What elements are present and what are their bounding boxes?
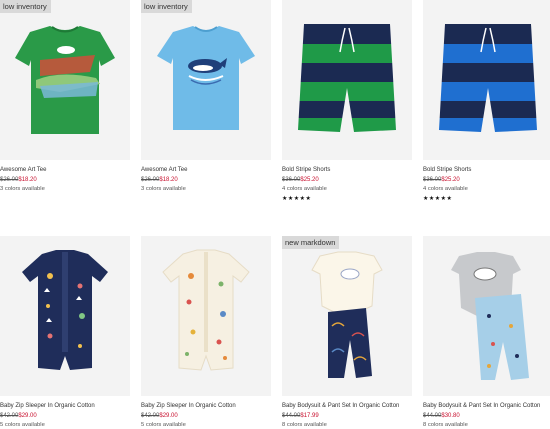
product-card[interactable]: Baby Bodysuit & Pant Set In Organic Cott… <box>423 236 550 429</box>
original-price: $26.00 <box>141 177 160 183</box>
colors-available: 3 colors available <box>0 186 45 192</box>
badge-low-inventory: low inventory <box>0 0 51 13</box>
grey-blue-bodysuit-set-image <box>451 252 529 380</box>
original-price: $44.00 <box>282 413 301 419</box>
product-title[interactable]: Baby Zip Sleeper In Organic Cotton <box>0 402 130 410</box>
colors-available: 8 colors available <box>282 422 327 428</box>
product-card[interactable]: low inventory Awesome Art Tee $26.00$18.… <box>141 0 271 236</box>
cream-navy-bodysuit-set-image <box>311 251 383 378</box>
badge-new-markdown: new markdown <box>282 236 340 249</box>
product-title[interactable]: Bold Stripe Shorts <box>282 166 412 174</box>
navy-space-sleeper-image <box>22 250 108 370</box>
sale-price: $25.20 <box>300 177 319 183</box>
sale-price: $29.00 <box>159 413 178 419</box>
badge-low-inventory: low inventory <box>141 0 192 13</box>
original-price: $26.00 <box>0 177 19 183</box>
product-image[interactable] <box>0 236 130 396</box>
product-price: $36.00$25.20 <box>282 176 412 184</box>
product-title[interactable]: Baby Zip Sleeper In Organic Cotton <box>141 402 271 410</box>
original-price: $36.00 <box>423 177 442 183</box>
product-card[interactable]: Bold Stripe Shorts $36.00$25.20 4 colors… <box>423 0 550 236</box>
product-card[interactable]: Bold Stripe Shorts $36.00$25.20 4 colors… <box>282 0 412 236</box>
product-price: $26.00$18.20 <box>141 176 271 184</box>
product-price: $44.00$17.99 <box>282 412 412 420</box>
sale-price: $18.20 <box>159 177 178 183</box>
product-card[interactable]: new markdown Baby Bodysuit & Pant Set In… <box>282 236 412 429</box>
product-price: $42.00$29.00 <box>0 412 130 420</box>
original-price: $36.00 <box>282 177 301 183</box>
product-card[interactable]: low inventory Awesome Art Tee $26.00$18.… <box>0 0 130 236</box>
product-image[interactable] <box>423 0 550 160</box>
green-navy-stripe-shorts-image <box>298 24 396 132</box>
cream-print-sleeper-image <box>162 249 250 371</box>
product-price: $36.00$25.20 <box>423 176 550 184</box>
colors-available: 4 colors available <box>423 186 468 192</box>
sale-price: $18.20 <box>18 177 37 183</box>
product-image[interactable]: low inventory <box>0 0 130 160</box>
sale-price: $17.99 <box>300 413 319 419</box>
product-image[interactable]: low inventory <box>141 0 271 160</box>
product-price: $26.00$18.20 <box>0 176 130 184</box>
original-price: $44.00 <box>423 413 442 419</box>
colors-available: 5 colors available <box>141 422 186 428</box>
original-price: $42.00 <box>141 413 160 419</box>
product-card[interactable]: Baby Zip Sleeper In Organic Cotton $42.0… <box>0 236 130 429</box>
product-grid: low inventory Awesome Art Tee $26.00$18.… <box>0 0 550 429</box>
product-image[interactable] <box>141 236 271 396</box>
colors-available: 4 colors available <box>282 186 327 192</box>
blue-navy-stripe-shorts-image <box>439 24 537 132</box>
product-card[interactable]: Baby Zip Sleeper In Organic Cotton $42.0… <box>141 236 271 429</box>
colors-available: 5 colors available <box>0 422 45 428</box>
product-title[interactable]: Awesome Art Tee <box>0 166 130 174</box>
colors-available: 3 colors available <box>141 186 186 192</box>
rating-stars[interactable]: ★★★★★ <box>423 195 550 203</box>
sale-price: $25.20 <box>441 177 460 183</box>
product-title[interactable]: Baby Bodysuit & Pant Set In Organic Cott… <box>423 402 550 410</box>
product-title[interactable]: Bold Stripe Shorts <box>423 166 550 174</box>
product-image[interactable] <box>423 236 550 396</box>
product-image[interactable] <box>282 0 412 160</box>
original-price: $42.00 <box>0 413 19 419</box>
product-price: $44.00$30.80 <box>423 412 550 420</box>
product-image[interactable]: new markdown <box>282 236 412 396</box>
colors-available: 8 colors available <box>423 422 468 428</box>
blue-tee-whale-image <box>157 26 255 130</box>
product-price: $42.00$29.00 <box>141 412 271 420</box>
sale-price: $30.80 <box>441 413 460 419</box>
product-title[interactable]: Baby Bodysuit & Pant Set In Organic Cott… <box>282 402 412 410</box>
green-tee-crocodile-image <box>15 26 115 134</box>
product-title[interactable]: Awesome Art Tee <box>141 166 271 174</box>
rating-stars[interactable]: ★★★★★ <box>282 195 412 203</box>
sale-price: $29.00 <box>18 413 37 419</box>
